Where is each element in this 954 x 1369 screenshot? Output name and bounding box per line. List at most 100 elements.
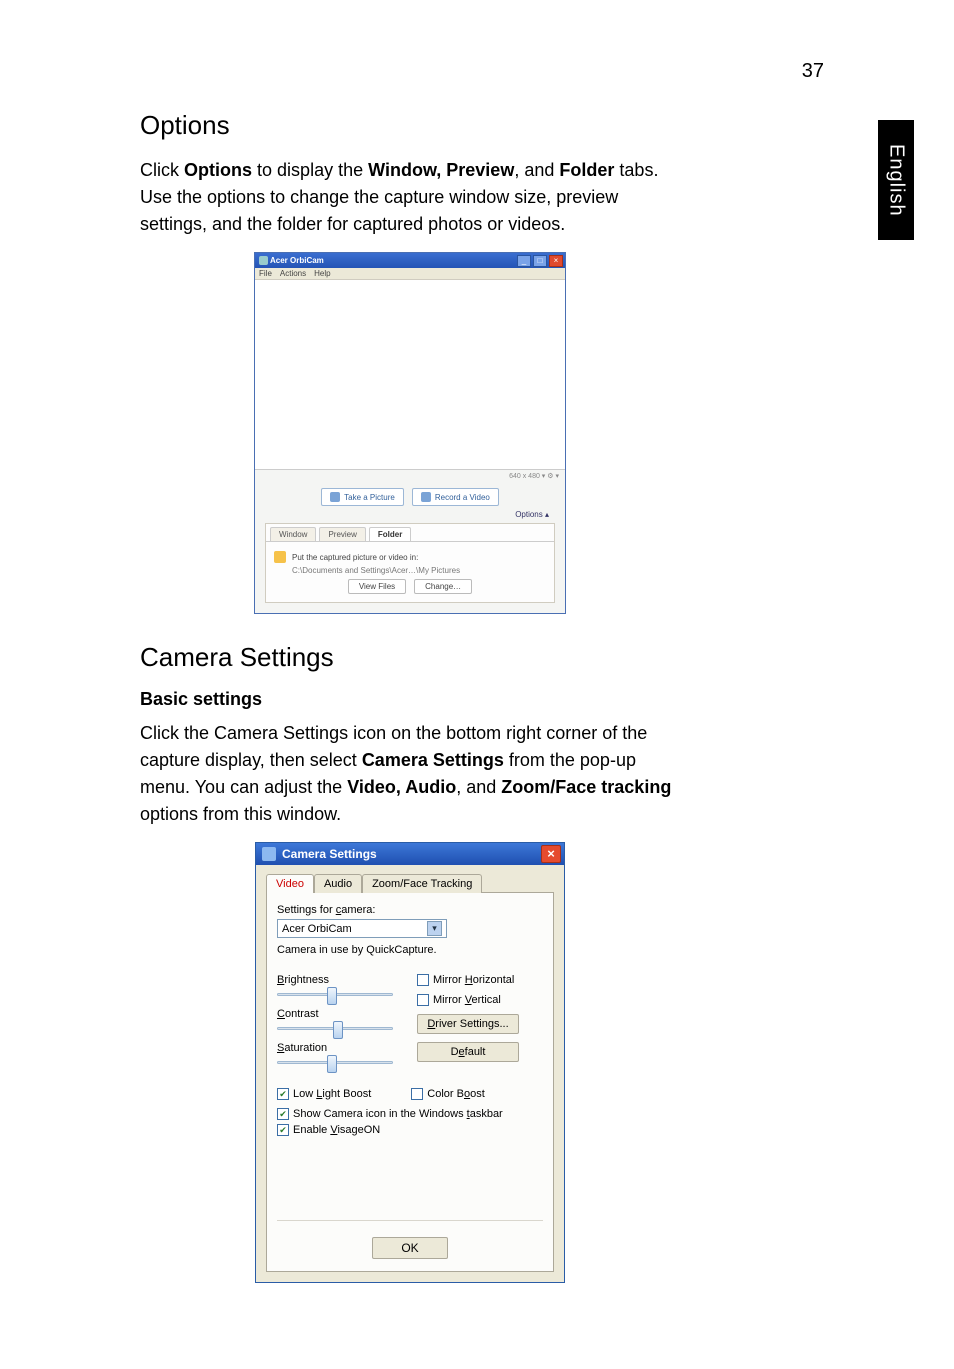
folder-icon: [274, 551, 286, 563]
view-files-button[interactable]: View Files: [348, 579, 406, 594]
label: Enable VisageON: [293, 1124, 380, 1136]
tab-video[interactable]: Video: [266, 874, 314, 893]
menu-help[interactable]: Help: [314, 269, 330, 278]
label: Low Light Boost: [293, 1088, 371, 1100]
bold-folder: Folder: [559, 160, 614, 180]
orbicam-window: Acer OrbiCam _ □ × File Actions Help 640…: [254, 252, 566, 614]
mirror-vertical-checkbox[interactable]: Mirror Vertical: [417, 994, 519, 1006]
tab-audio[interactable]: Audio: [314, 874, 362, 893]
tab-preview[interactable]: Preview: [319, 527, 365, 541]
selected-camera: Acer OrbiCam: [282, 923, 352, 935]
color-boost-checkbox[interactable]: Color Boost: [411, 1088, 485, 1100]
default-button[interactable]: Default: [417, 1042, 519, 1062]
page-content: Options Click Options to display the Win…: [0, 0, 810, 1283]
app-icon: [262, 847, 276, 861]
folder-path: C:\Documents and Settings\Acer…\My Pictu…: [274, 566, 546, 575]
checkbox-icon: [411, 1088, 423, 1100]
bold-video-audio: Video, Audio: [347, 777, 456, 797]
camera-select[interactable]: Acer OrbiCam ▾: [277, 919, 447, 938]
label: Color Boost: [427, 1088, 485, 1100]
options-screenshot: Acer OrbiCam _ □ × File Actions Help 640…: [140, 252, 680, 614]
brightness-label: Brightness: [277, 974, 393, 986]
checkbox-icon: ✔: [277, 1088, 289, 1100]
folder-tab-body: Put the captured picture or video in: C:…: [266, 541, 554, 602]
app-icon: [259, 256, 268, 265]
label: Record a Video: [435, 493, 490, 502]
mirror-horizontal-checkbox[interactable]: Mirror Horizontal: [417, 974, 519, 986]
show-camera-icon-checkbox[interactable]: ✔ Show Camera icon in the Windows taskba…: [277, 1108, 543, 1120]
divider: [277, 1220, 543, 1221]
label: Show Camera icon in the Windows taskbar: [293, 1108, 503, 1120]
menu-file[interactable]: File: [259, 269, 272, 278]
txt: to display the: [257, 160, 363, 180]
orbicam-titlebar: Acer OrbiCam _ □ ×: [255, 253, 565, 268]
bold-window-preview: Window, Preview: [368, 160, 514, 180]
action-row: Take a Picture Record a Video: [255, 482, 565, 510]
sliders-column: Brightness Contrast Saturation: [277, 966, 393, 1072]
menu-bar: File Actions Help: [255, 268, 565, 280]
saturation-label: Saturation: [277, 1042, 393, 1054]
contrast-slider[interactable]: [277, 1022, 393, 1034]
checkbox-icon: [417, 994, 429, 1006]
txt: , and: [514, 160, 554, 180]
options-heading: Options: [140, 110, 680, 141]
tabs: Video Audio Zoom/Face Tracking: [266, 873, 554, 892]
camera-settings-body: Video Audio Zoom/Face Tracking Settings …: [256, 865, 564, 1282]
label: Mirror Vertical: [433, 994, 501, 1006]
label: Take a Picture: [344, 493, 395, 502]
basic-settings-subhead: Basic settings: [140, 689, 680, 710]
minimize-button[interactable]: _: [517, 255, 531, 267]
preview-stage: [255, 280, 565, 470]
label: Mirror Horizontal: [433, 974, 514, 986]
settings-for-label: Settings for camera:: [277, 904, 543, 916]
window-title: Camera Settings: [282, 847, 541, 861]
close-button[interactable]: ×: [541, 845, 561, 863]
options-toggle[interactable]: Options ▴: [255, 510, 565, 523]
bold-zoom-face: Zoom/Face tracking: [501, 777, 671, 797]
camera-settings-screenshot: Camera Settings × Video Audio Zoom/Face …: [140, 842, 680, 1283]
saturation-slider[interactable]: [277, 1056, 393, 1068]
bold-options: Options: [184, 160, 252, 180]
options-body: Click Options to display the Window, Pre…: [140, 157, 680, 238]
camera-settings-titlebar: Camera Settings ×: [256, 843, 564, 865]
txt: Settings for camera:: [277, 904, 375, 916]
brightness-slider[interactable]: [277, 988, 393, 1000]
window-title: Acer OrbiCam: [270, 256, 515, 265]
enable-visageon-checkbox[interactable]: ✔ Enable VisageON: [277, 1124, 543, 1136]
tab-zoom-face-tracking[interactable]: Zoom/Face Tracking: [362, 874, 482, 893]
tab-folder[interactable]: Folder: [369, 527, 411, 541]
txt: , and: [456, 777, 496, 797]
tab-window[interactable]: Window: [270, 527, 316, 541]
take-picture-button[interactable]: Take a Picture: [321, 488, 404, 506]
close-button[interactable]: ×: [549, 255, 563, 267]
checkbox-icon: [417, 974, 429, 986]
page-number: 37: [802, 60, 824, 83]
maximize-button[interactable]: □: [533, 255, 547, 267]
driver-settings-button[interactable]: Driver Settings...: [417, 1014, 519, 1034]
checkbox-icon: ✔: [277, 1108, 289, 1120]
low-light-boost-checkbox[interactable]: ✔ Low Light Boost: [277, 1088, 371, 1100]
status-bar[interactable]: 640 x 480 ▾ ⚙ ▾: [255, 470, 565, 482]
menu-actions[interactable]: Actions: [280, 269, 306, 278]
folder-line-label: Put the captured picture or video in:: [292, 553, 418, 562]
camera-settings-heading: Camera Settings: [140, 642, 680, 673]
checkbox-icon: ✔: [277, 1124, 289, 1136]
right-column: Mirror Horizontal Mirror Vertical Driver…: [417, 974, 519, 1072]
options-panel: Window Preview Folder Put the captured p…: [265, 523, 555, 603]
camera-settings-window: Camera Settings × Video Audio Zoom/Face …: [255, 842, 565, 1283]
bold-camera-settings: Camera Settings: [362, 750, 504, 770]
change-button[interactable]: Change…: [414, 579, 472, 594]
options-tabs: Window Preview Folder: [266, 524, 554, 541]
txt: Click: [140, 160, 179, 180]
contrast-label: Contrast: [277, 1008, 393, 1020]
camera-in-use-text: Camera in use by QuickCapture.: [277, 944, 543, 956]
camera-icon: [330, 492, 340, 502]
language-tab-english[interactable]: English: [878, 120, 914, 240]
record-video-button[interactable]: Record a Video: [412, 488, 499, 506]
ok-button[interactable]: OK: [372, 1237, 447, 1259]
chevron-down-icon: ▾: [427, 921, 442, 936]
lower-checkboxes: ✔ Low Light Boost Color Boost ✔ Show Cam…: [277, 1084, 543, 1136]
camera-settings-body: Click the Camera Settings icon on the bo…: [140, 720, 680, 828]
txt: options from this window.: [140, 804, 341, 824]
video-icon: [421, 492, 431, 502]
